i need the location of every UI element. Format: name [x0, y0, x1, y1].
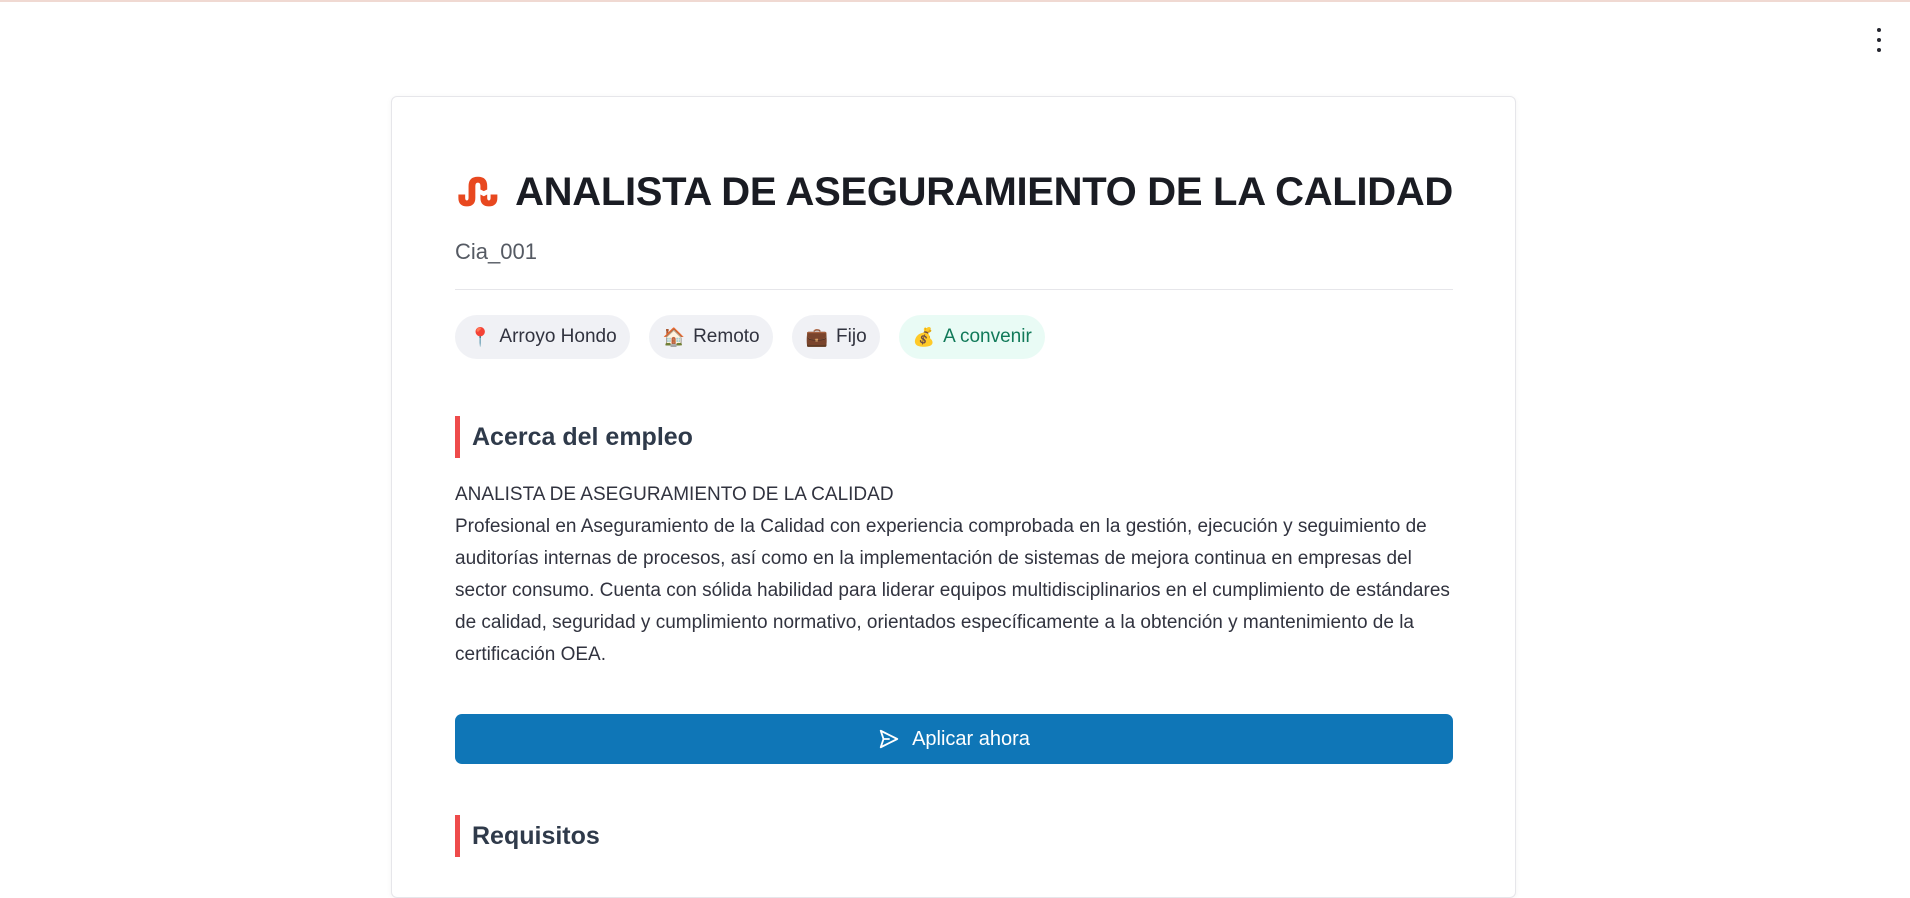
apply-button[interactable]: Aplicar ahora	[455, 714, 1453, 764]
about-heading: Acerca del empleo	[472, 422, 693, 451]
requirements-heading: Requisitos	[472, 821, 600, 850]
modality-label: Remoto	[693, 326, 760, 347]
contract-chip: 💼 Fijo	[791, 315, 880, 359]
pin-icon: 📍	[469, 326, 492, 347]
contract-label: Fijo	[836, 326, 867, 347]
job-header: ANALISTA DE ASEGURAMIENTO DE LA CALIDAD	[455, 167, 1453, 217]
salary-label: A convenir	[943, 326, 1032, 347]
modality-chip: 🏠 Remoto	[648, 315, 773, 359]
description-body: Profesional en Aseguramiento de la Calid…	[455, 516, 1450, 665]
more-options-icon[interactable]	[1872, 28, 1886, 52]
location-label: Arroyo Hondo	[499, 326, 617, 347]
send-icon	[879, 729, 899, 749]
money-bag-icon: 💰	[912, 326, 936, 347]
job-tags: 📍 Arroyo Hondo 🏠 Remoto 💼 Fijo 💰 A conve…	[455, 315, 1453, 359]
job-content: ANALISTA DE ASEGURAMIENTO DE LA CALIDAD …	[455, 167, 1453, 857]
house-icon: 🏠	[662, 326, 686, 347]
job-card: ANALISTA DE ASEGURAMIENTO DE LA CALIDAD …	[391, 96, 1516, 898]
section-accent-bar	[455, 416, 460, 458]
requirements-section-heading: Requisitos	[455, 815, 1453, 857]
briefcase-icon: 💼	[805, 326, 829, 347]
description-lead: ANALISTA DE ASEGURAMIENTO DE LA CALIDAD	[455, 484, 894, 505]
divider	[455, 289, 1453, 290]
top-accent-line	[0, 0, 1910, 2]
location-chip: 📍 Arroyo Hondo	[455, 315, 630, 359]
about-section-heading: Acerca del empleo	[455, 416, 1453, 458]
apply-label: Aplicar ahora	[912, 727, 1030, 750]
salary-chip: 💰 A convenir	[898, 315, 1045, 359]
job-description: ANALISTA DE ASEGURAMIENTO DE LA CALIDAD …	[455, 479, 1453, 671]
company-name: Cia_001	[455, 239, 537, 264]
job-title: ANALISTA DE ASEGURAMIENTO DE LA CALIDAD	[515, 169, 1453, 214]
stumbleupon-icon	[458, 176, 498, 207]
section-accent-bar	[455, 815, 460, 857]
